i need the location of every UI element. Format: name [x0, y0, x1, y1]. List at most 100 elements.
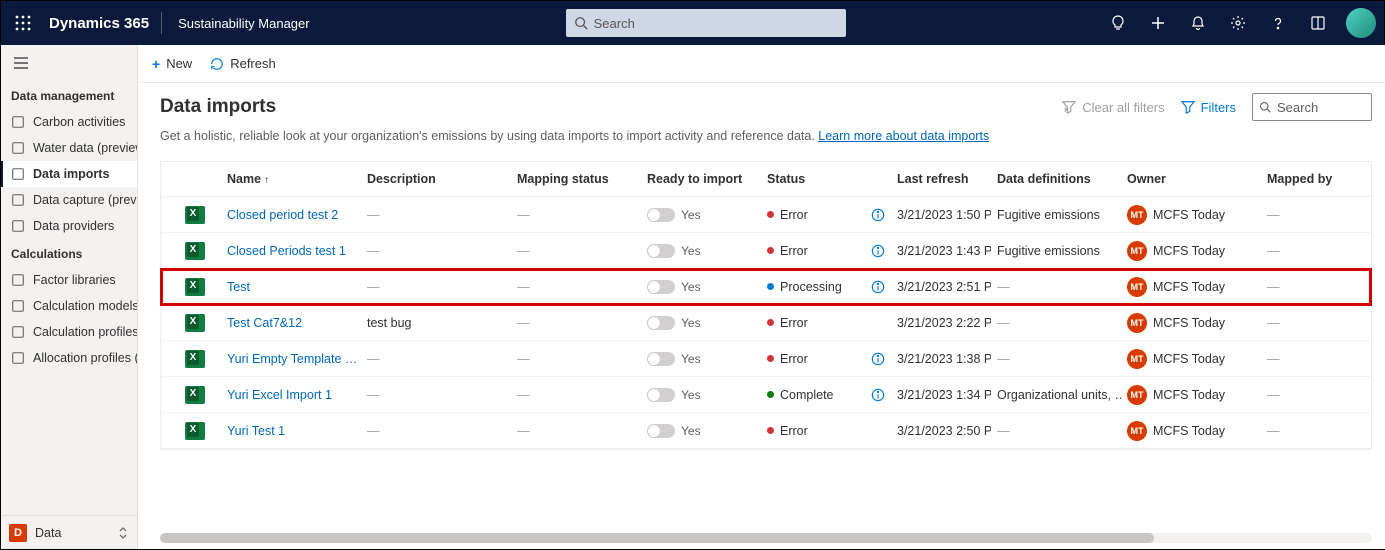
sidebar-toggle[interactable]: [1, 45, 137, 81]
import-name-link[interactable]: Closed Periods test 1: [227, 244, 346, 258]
import-name-link[interactable]: Yuri Excel Import 1: [227, 388, 332, 402]
info-icon[interactable]: [871, 388, 885, 402]
sidebar-item[interactable]: Carbon activities: [1, 109, 137, 135]
settings-button[interactable]: [1218, 1, 1258, 45]
col-defs[interactable]: Data definitions: [991, 172, 1121, 186]
ready-toggle[interactable]: Yes: [641, 208, 761, 222]
notifications-button[interactable]: [1178, 1, 1218, 45]
cell-defs: Organizational units, …: [991, 388, 1121, 402]
clear-filters-button[interactable]: Clear all filters: [1062, 100, 1164, 115]
import-name-link[interactable]: Yuri Empty Template …: [227, 352, 357, 366]
table-row[interactable]: Test——YesProcessing3/21/2023 2:51 PM—MTM…: [161, 269, 1371, 305]
sidebar-item[interactable]: Data capture (preview): [1, 187, 137, 213]
ready-toggle[interactable]: Yes: [641, 316, 761, 330]
import-name-link[interactable]: Closed period test 2: [227, 208, 338, 222]
add-button[interactable]: [1138, 1, 1178, 45]
cell-defs: Fugitive emissions: [991, 208, 1121, 222]
cell-owner: MTMCFS Today: [1121, 313, 1261, 333]
book-button[interactable]: [1298, 1, 1338, 45]
cell-refresh: 3/21/2023 1:50 PM: [891, 208, 991, 222]
table-row[interactable]: Yuri Empty Template …——YesError3/21/2023…: [161, 341, 1371, 377]
ready-toggle[interactable]: Yes: [641, 352, 761, 366]
table-row[interactable]: Closed period test 2——YesError3/21/2023 …: [161, 197, 1371, 233]
app-launcher-button[interactable]: [1, 1, 45, 45]
info-icon[interactable]: [871, 352, 885, 366]
cell-mapped: —: [1261, 352, 1371, 366]
main-area: + New Refresh Data imports Clear all fil…: [138, 45, 1385, 549]
search-icon: [574, 16, 588, 30]
new-button[interactable]: + New: [152, 56, 192, 72]
col-refresh[interactable]: Last refresh: [891, 172, 991, 186]
import-name-link[interactable]: Yuri Test 1: [227, 424, 285, 438]
nav-heading-calculations: Calculations: [1, 239, 137, 267]
col-ready[interactable]: Ready to import: [641, 172, 761, 186]
cell-owner: MTMCFS Today: [1121, 205, 1261, 225]
cell-mapped: —: [1261, 316, 1371, 330]
sidebar-area-switcher[interactable]: D Data: [1, 515, 137, 549]
col-owner[interactable]: Owner: [1121, 172, 1261, 186]
col-mapping[interactable]: Mapping status: [511, 172, 641, 186]
cell-mapped: —: [1261, 424, 1371, 438]
command-bar: + New Refresh: [138, 45, 1385, 83]
info-icon[interactable]: [871, 208, 885, 222]
owner-avatar: MT: [1127, 385, 1147, 405]
cell-status: Error: [761, 424, 891, 438]
table-row[interactable]: Test Cat7&12test bug—YesError3/21/2023 2…: [161, 305, 1371, 341]
owner-avatar: MT: [1127, 205, 1147, 225]
data-imports-grid: Name↑ Description Mapping status Ready t…: [160, 161, 1372, 450]
import-name-link[interactable]: Test Cat7&12: [227, 316, 302, 330]
lightbulb-button[interactable]: [1098, 1, 1138, 45]
col-description[interactable]: Description: [361, 172, 511, 186]
ready-toggle[interactable]: Yes: [641, 424, 761, 438]
sidebar-item[interactable]: Calculation models: [1, 293, 137, 319]
cell-refresh: 3/21/2023 1:38 PM: [891, 352, 991, 366]
col-mapped[interactable]: Mapped by: [1261, 172, 1371, 186]
search-placeholder: Search: [594, 16, 635, 31]
info-icon[interactable]: [871, 280, 885, 294]
horizontal-scrollbar[interactable]: [160, 533, 1372, 543]
col-status[interactable]: Status: [761, 172, 891, 186]
excel-icon: [185, 242, 205, 260]
refresh-button[interactable]: Refresh: [210, 56, 276, 71]
scrollbar-thumb[interactable]: [160, 533, 1154, 543]
table-row[interactable]: Closed Periods test 1——YesError3/21/2023…: [161, 233, 1371, 269]
sidebar-item[interactable]: Data imports: [1, 161, 137, 187]
app-name-label[interactable]: Sustainability Manager: [162, 16, 326, 31]
chevron-updown-icon: [117, 526, 129, 540]
cell-mapped: —: [1261, 388, 1371, 402]
info-icon[interactable]: [871, 244, 885, 258]
owner-avatar: MT: [1127, 349, 1147, 369]
sidebar-item[interactable]: Water data (preview): [1, 135, 137, 161]
subtitle-link[interactable]: Learn more about data imports: [818, 129, 989, 143]
sidebar-item[interactable]: Allocation profiles (p…: [1, 345, 137, 371]
cell-description: —: [361, 280, 511, 294]
cell-status: Error: [761, 208, 891, 222]
user-avatar[interactable]: [1346, 8, 1376, 38]
sidebar-item[interactable]: Calculation profiles: [1, 319, 137, 345]
ready-toggle[interactable]: Yes: [641, 244, 761, 258]
import-name-link[interactable]: Test: [227, 280, 250, 294]
sidebar-item[interactable]: Data providers: [1, 213, 137, 239]
cell-mapping: —: [511, 244, 641, 258]
cell-status: Error: [761, 244, 891, 258]
table-row[interactable]: Yuri Excel Import 1——YesComplete3/21/202…: [161, 377, 1371, 413]
ready-toggle[interactable]: Yes: [641, 280, 761, 294]
ready-toggle[interactable]: Yes: [641, 388, 761, 402]
sidebar-item[interactable]: Factor libraries: [1, 267, 137, 293]
global-search-input[interactable]: Search: [566, 9, 846, 37]
cell-description: —: [361, 244, 511, 258]
filters-label: Filters: [1201, 100, 1236, 115]
brand-label[interactable]: Dynamics 365: [45, 15, 161, 32]
excel-icon: [185, 278, 205, 296]
help-button[interactable]: [1258, 1, 1298, 45]
sidebar: Data management Carbon activitiesWater d…: [1, 45, 138, 549]
cell-status: Complete: [761, 388, 891, 402]
cell-defs: —: [991, 424, 1121, 438]
filters-button[interactable]: Filters: [1181, 100, 1236, 115]
grid-header: Name↑ Description Mapping status Ready t…: [161, 162, 1371, 197]
col-name[interactable]: Name↑: [221, 172, 361, 186]
owner-avatar: MT: [1127, 421, 1147, 441]
cell-refresh: 3/21/2023 1:43 PM: [891, 244, 991, 258]
table-search-input[interactable]: Search: [1252, 93, 1372, 121]
table-row[interactable]: Yuri Test 1——YesError3/21/2023 2:50 PM—M…: [161, 413, 1371, 449]
